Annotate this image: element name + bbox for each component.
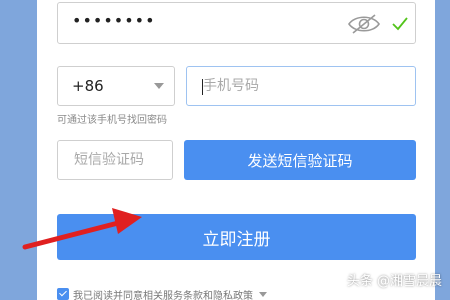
watermark-text: 头条 @湘雪晨晨 — [346, 274, 442, 289]
sms-code-field[interactable] — [57, 140, 173, 180]
country-code-select[interactable]: +86 — [57, 66, 175, 106]
chevron-down-icon[interactable] — [259, 291, 267, 297]
phone-number-input[interactable] — [187, 67, 415, 105]
agreement-row[interactable]: 我已阅读并同意相关服务条款和隐私政策 — [57, 287, 267, 300]
check-icon — [392, 17, 408, 31]
text-cursor — [202, 79, 203, 95]
agreement-checkbox[interactable] — [57, 288, 69, 300]
password-value: •••••••• — [72, 11, 156, 30]
sms-code-input[interactable] — [58, 141, 172, 179]
register-button[interactable]: 立即注册 — [57, 214, 416, 260]
phone-number-field[interactable] — [186, 66, 416, 106]
phone-hint-text: 可通过该手机号找回密码 — [57, 115, 167, 126]
eye-icon[interactable] — [347, 13, 381, 35]
agreement-text: 我已阅读并同意相关服务条款和隐私政策 — [73, 290, 253, 300]
country-code-value: +86 — [72, 77, 104, 95]
send-sms-code-button[interactable]: 发送短信验证码 — [184, 140, 416, 180]
chevron-down-icon — [154, 83, 164, 89]
password-field[interactable]: •••••••• — [57, 2, 416, 44]
